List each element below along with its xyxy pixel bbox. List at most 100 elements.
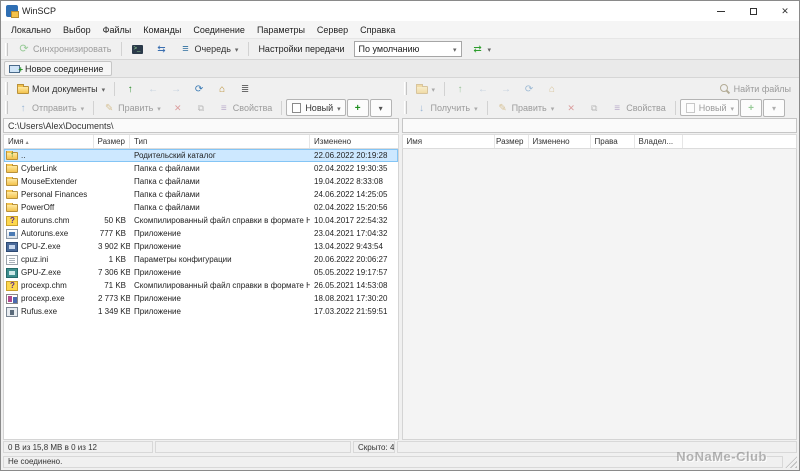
resize-grip[interactable] — [785, 455, 797, 468]
remote-edit-button[interactable]: Править — [492, 99, 560, 117]
find-files-button[interactable]: Найти файлы — [714, 80, 796, 98]
plus-box-icon — [745, 102, 757, 114]
toolbar-grip[interactable] — [403, 101, 407, 114]
file-row[interactable]: procexp.chm 71 KB Скомпилированный файл … — [4, 279, 398, 292]
remote-selection-menu-button[interactable] — [763, 98, 786, 117]
back-icon — [147, 83, 159, 95]
forward-button[interactable] — [165, 80, 187, 98]
synchronize-button[interactable]: Синхронизировать — [13, 40, 116, 58]
toolbar-grip[interactable] — [403, 82, 407, 95]
local-drive-select[interactable]: Мои документы — [12, 81, 110, 97]
back-button[interactable] — [142, 80, 164, 98]
file-row[interactable]: CPU-Z.exe 3 902 KB Приложение 13.04.2022… — [4, 240, 398, 253]
toolbar-grip[interactable] — [5, 82, 8, 95]
column-header-owner[interactable]: Владел... — [635, 135, 683, 148]
selection-menu-button[interactable] — [369, 98, 392, 117]
chevron-down-icon — [336, 103, 341, 113]
toolbar-grip[interactable] — [5, 42, 8, 56]
minimize-button[interactable] — [707, 1, 735, 21]
parent-directory-button[interactable] — [119, 80, 141, 98]
maximize-button[interactable] — [739, 1, 767, 21]
close-icon — [781, 6, 789, 17]
file-row[interactable]: GPU-Z.exe 7 306 KB Приложение 05.05.2022… — [4, 266, 398, 279]
menu-files[interactable]: Файлы — [97, 23, 138, 37]
properties-icon — [218, 102, 230, 114]
column-header-rights[interactable]: Права — [591, 135, 635, 148]
duplicate-button[interactable] — [190, 99, 212, 117]
file-row[interactable]: procexp.exe 2 773 KB Приложение 18.08.20… — [4, 292, 398, 305]
remote-refresh-button[interactable] — [518, 80, 540, 98]
transfer-preset-select[interactable]: По умолчанию — [353, 41, 462, 57]
synchronize-label: Синхронизировать — [33, 44, 112, 54]
new-session-icon — [9, 64, 23, 76]
new-session-label: Новое соединение — [25, 63, 104, 74]
menu-remote[interactable]: Сервер — [311, 23, 354, 37]
remote-new-button[interactable]: Новый — [679, 99, 740, 116]
remote-delete-button[interactable] — [560, 99, 582, 117]
download-button[interactable]: Получить — [411, 99, 483, 117]
upload-button[interactable]: Отправить — [12, 99, 89, 117]
new-file-icon — [292, 103, 302, 113]
new-session-tab[interactable]: Новое соединение — [4, 61, 113, 76]
file-row[interactable]: autoruns.chm 50 KB Скомпилированный файл… — [4, 214, 398, 227]
column-header-modified[interactable]: Изменено — [529, 135, 591, 148]
refresh-icon — [193, 83, 205, 95]
remote-properties-button[interactable]: Свойства — [606, 99, 671, 117]
remote-duplicate-button[interactable] — [583, 99, 605, 117]
delete-button[interactable] — [167, 99, 189, 117]
chevron-down-icon — [234, 44, 239, 54]
menu-local[interactable]: Локально — [5, 23, 57, 37]
close-button[interactable] — [771, 1, 799, 21]
menu-commands[interactable]: Команды — [137, 23, 187, 37]
toolbar-separator — [444, 81, 446, 96]
column-header-name[interactable]: Имя — [403, 135, 495, 148]
remote-forward-button[interactable] — [495, 80, 517, 98]
file-row[interactable]: Autoruns.exe 777 KB Приложение 23.04.202… — [4, 227, 398, 240]
file-row[interactable]: PowerOff Папка с файлами 02.04.2022 15:2… — [4, 201, 398, 214]
console-button[interactable] — [127, 41, 148, 57]
menu-options[interactable]: Параметры — [251, 23, 311, 37]
toolbar-separator — [486, 100, 488, 115]
menu-mark[interactable]: Выбор — [57, 23, 97, 37]
column-header-size[interactable]: Размер — [94, 135, 130, 148]
home-icon — [546, 83, 558, 95]
new-button[interactable]: Новый — [286, 99, 346, 116]
add-filter-button[interactable] — [346, 98, 369, 117]
connection-status: Не соединено. — [3, 455, 783, 468]
remote-parent-directory-button[interactable] — [449, 80, 471, 98]
column-header-name[interactable]: Имя — [4, 135, 94, 148]
toolbar-separator — [114, 81, 116, 96]
refresh-button[interactable] — [188, 80, 210, 98]
menu-session[interactable]: Соединение — [187, 23, 251, 37]
remote-address-bar[interactable] — [401, 118, 797, 133]
column-header-size[interactable]: Размер — [495, 135, 529, 148]
remote-back-button[interactable] — [472, 80, 494, 98]
edit-button[interactable]: Править — [98, 99, 166, 117]
local-address-bar[interactable]: C:\Users\Alex\Documents\ — [3, 118, 399, 133]
local-nav-toolbar: Мои документы — [3, 79, 399, 98]
file-row[interactable]: MouseExtender Папка с файлами 19.04.2022… — [4, 175, 398, 188]
transfer-options-button[interactable] — [467, 40, 497, 58]
column-header-modified[interactable]: Изменено — [310, 135, 398, 148]
file-row[interactable]: .. Родительский каталог 22.06.2022 20:19… — [4, 149, 398, 162]
queue-label: Очередь — [194, 44, 231, 54]
file-row[interactable]: Personal Finances Папка с файлами 24.06.… — [4, 188, 398, 201]
remote-drive-select[interactable] — [411, 81, 441, 97]
toolbar-grip[interactable] — [5, 101, 8, 114]
directory-tree-button[interactable] — [234, 80, 256, 98]
home-directory-button[interactable] — [211, 80, 233, 98]
file-row[interactable]: Rufus.exe 1 349 KB Приложение 17.03.2022… — [4, 305, 398, 318]
remote-file-list — [401, 149, 797, 440]
window-title: WinSCP — [22, 6, 57, 16]
queue-button[interactable]: Очередь — [174, 40, 243, 58]
file-row[interactable]: CyberLink Папка с файлами 02.04.2022 19:… — [4, 162, 398, 175]
compare-directories-button[interactable] — [150, 40, 172, 58]
synchronize-icon — [18, 43, 30, 55]
file-row[interactable]: cpuz.ini 1 KB Параметры конфигурации 20.… — [4, 253, 398, 266]
column-header-type[interactable]: Тип — [130, 135, 310, 148]
remote-home-directory-button[interactable] — [541, 80, 563, 98]
gpuz-app-icon — [6, 267, 18, 278]
remote-add-filter-button[interactable] — [740, 98, 763, 117]
properties-button[interactable]: Свойства — [213, 99, 278, 117]
menu-help[interactable]: Справка — [354, 23, 401, 37]
